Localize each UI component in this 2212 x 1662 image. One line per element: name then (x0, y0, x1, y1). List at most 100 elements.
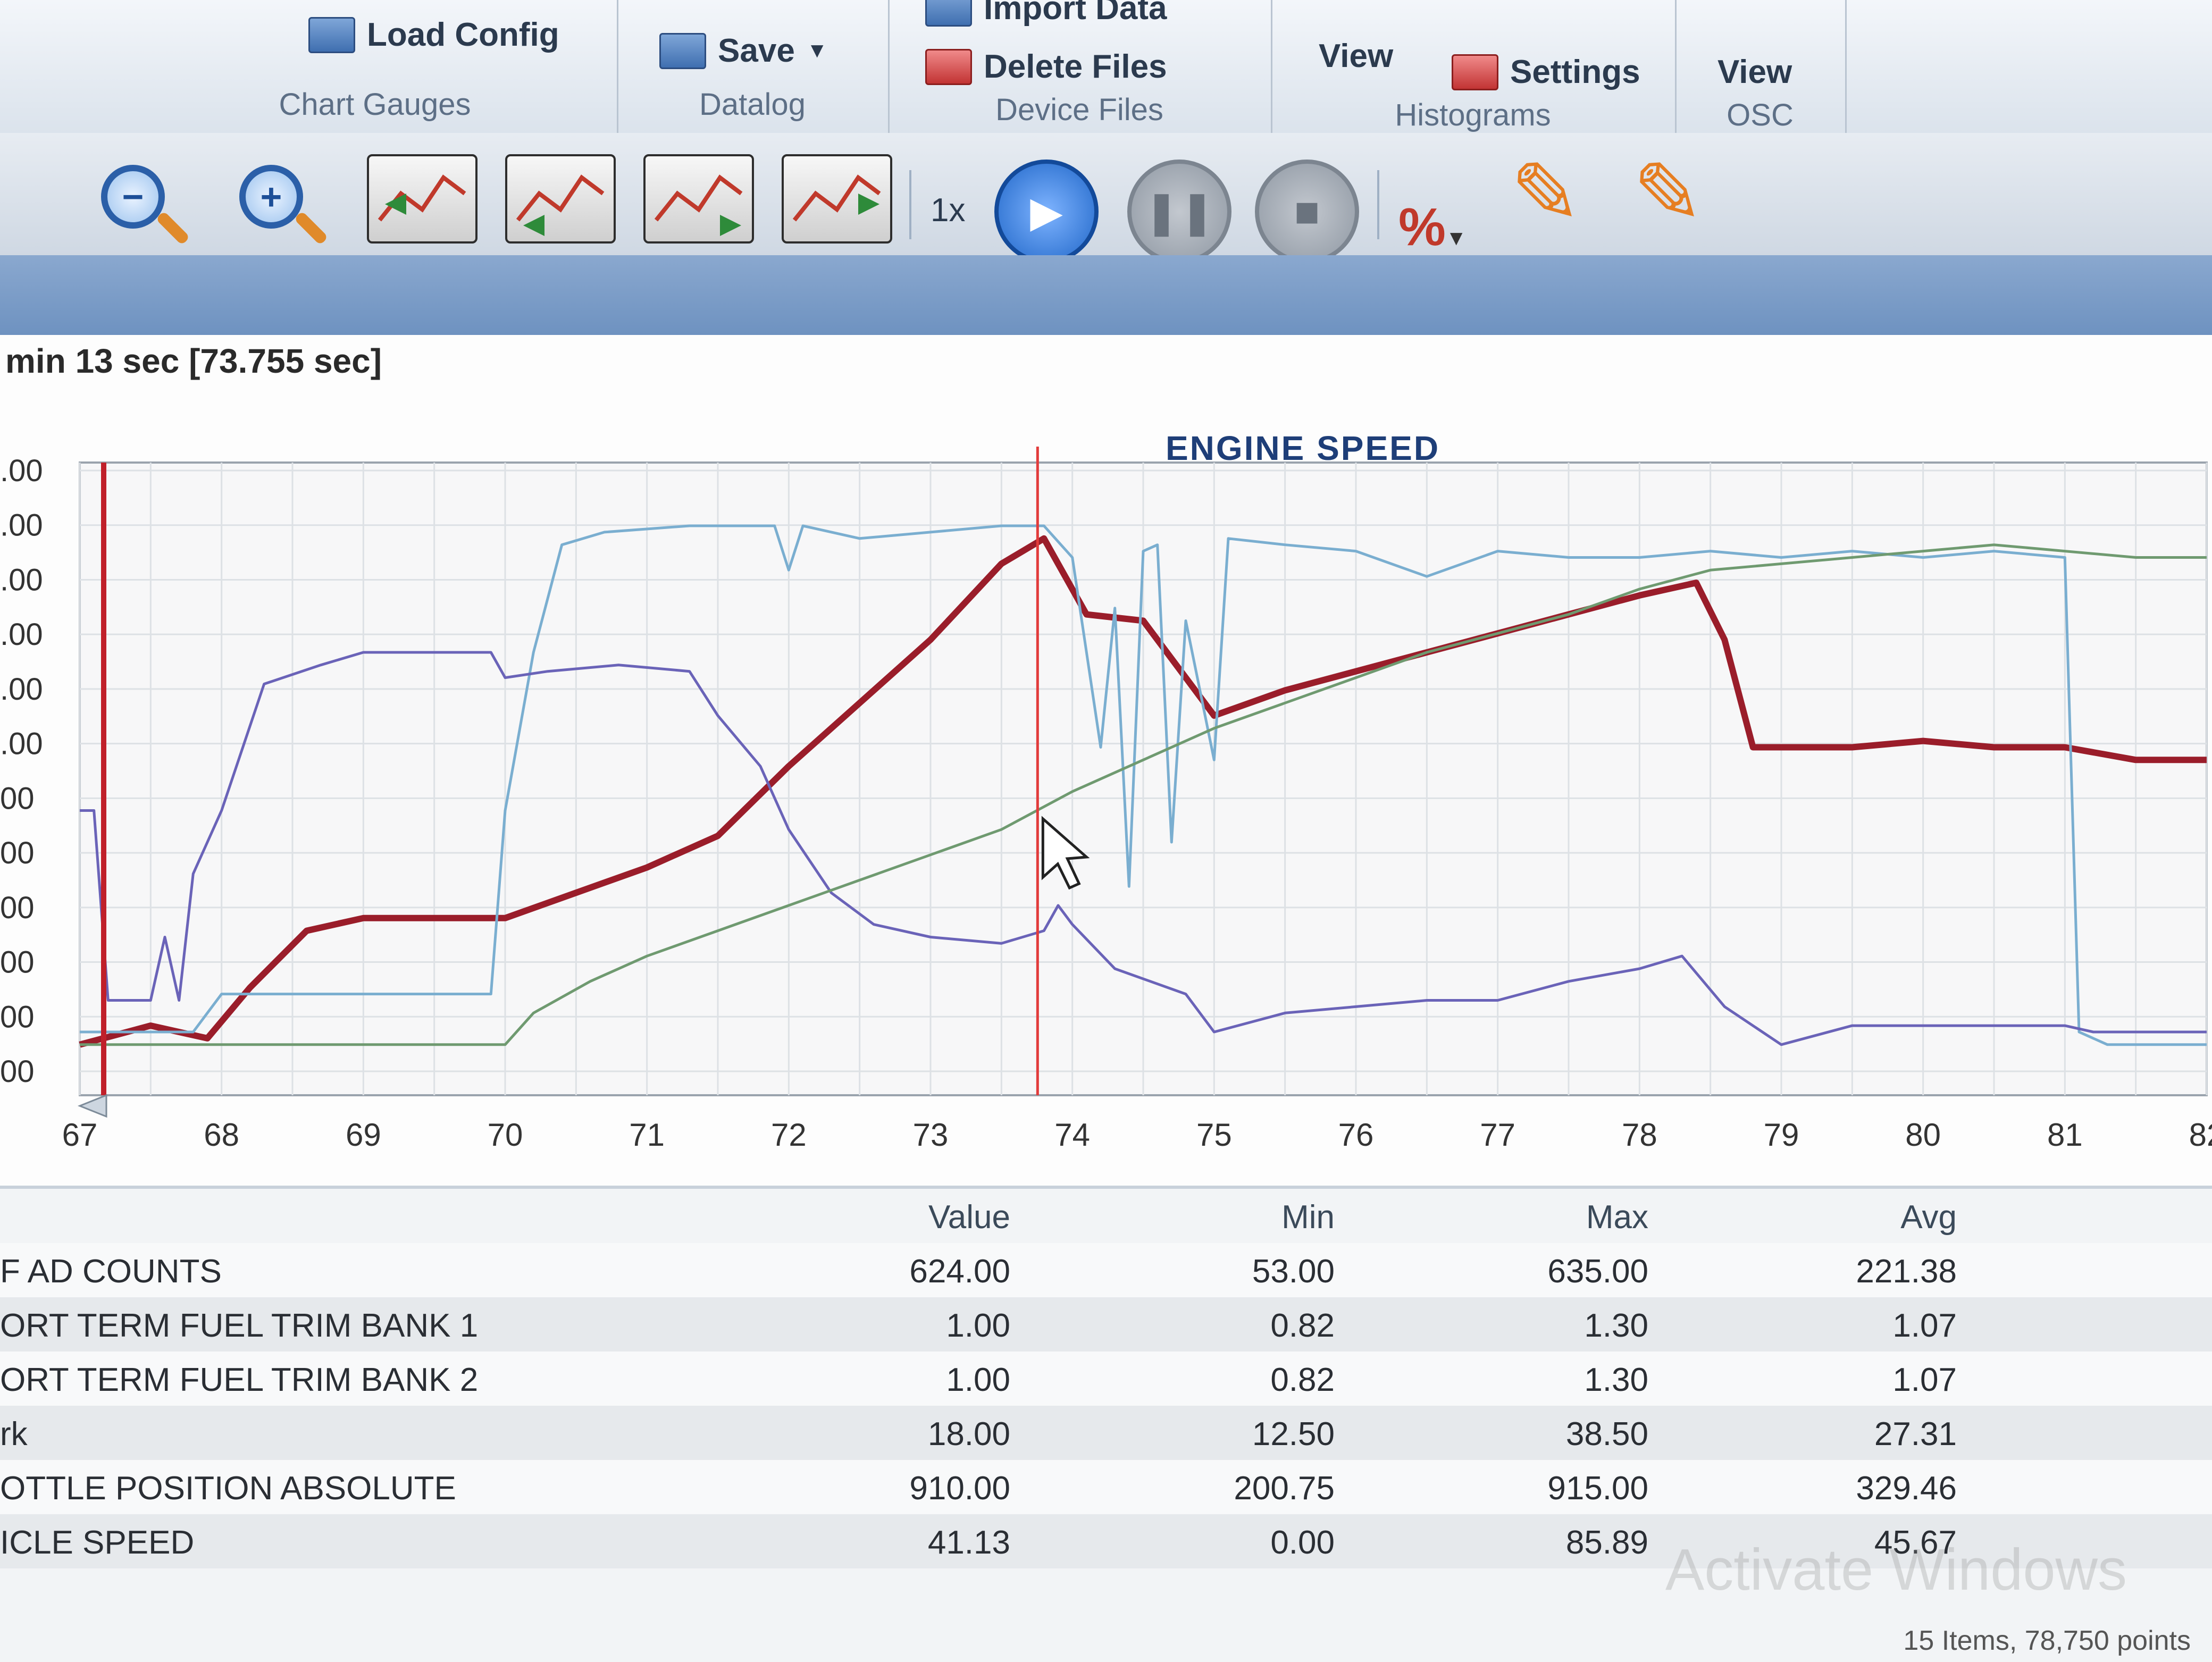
cell-min: 0.82 (1270, 1362, 1335, 1398)
pause-button[interactable]: ❚❚ (1127, 160, 1231, 264)
x-tick-label: 67 (62, 1117, 98, 1153)
x-tick-label: 82 (2189, 1117, 2212, 1153)
toolbar-separator (1377, 170, 1379, 239)
zoom-out-icon: − (101, 165, 165, 229)
cell-max: 1.30 (1584, 1307, 1648, 1344)
save-icon (659, 32, 706, 69)
chart-pan-right-button[interactable] (782, 154, 892, 244)
engine-speed-chart[interactable]: .00 .00 .00 .00 .00 .00 00 00 00 00 00 00 67 68 69 70 71… (0, 335, 2212, 1186)
scroll-left-icon[interactable] (77, 1094, 107, 1118)
y-tick-label: 00 (0, 945, 35, 980)
header-avg[interactable]: Avg (1744, 1198, 1957, 1236)
x-tick-label: 71 (629, 1117, 665, 1153)
y-tick-label: 00 (0, 781, 35, 816)
x-tick-label: 77 (1480, 1117, 1515, 1153)
header-value[interactable]: Value (798, 1198, 1010, 1236)
osc-view-button[interactable]: View (1717, 53, 1792, 91)
chart-step-right-button[interactable] (643, 154, 754, 244)
cell-max: 915.00 (1547, 1470, 1648, 1507)
chevron-down-icon: ▼ (1445, 226, 1467, 250)
cell-value: 41.13 (927, 1524, 1010, 1561)
table-row[interactable]: ORT TERM FUEL TRIM BANK 2 1.00 0.82 1.30 1.0… (0, 1352, 2212, 1406)
load-config-icon (308, 16, 355, 53)
ribbon-group-label: Histograms (1395, 98, 1551, 132)
table-row[interactable]: rk 18.00 12.50 38.50 27.31 (0, 1406, 2212, 1460)
zoom-in-button[interactable]: + (223, 154, 319, 239)
toolbar: − + 1x ▶ ❚❚ ■ %▼ ✎ ✎ (0, 133, 2212, 264)
cell-value: 910.00 (909, 1470, 1010, 1507)
pause-icon: ❚❚ (1143, 188, 1216, 236)
ribbon-group-osc: View OSC (1675, 0, 1847, 133)
table-row[interactable]: ORT TERM FUEL TRIM BANK 1 1.00 0.82 1.30 1.0… (0, 1297, 2212, 1352)
y-tick-label: 00 (0, 891, 35, 925)
cell-value: 1.00 (946, 1362, 1010, 1398)
cell-name: OTTLE POSITION ABSOLUTE (0, 1470, 456, 1507)
ribbon-group-label: Device Files (995, 93, 1163, 127)
chevron-down-icon: ▼ (806, 39, 828, 62)
cell-value: 1.00 (946, 1307, 1010, 1344)
cell-value: 624.00 (909, 1253, 1010, 1290)
watermark: Activate Windows (1665, 1537, 2127, 1602)
chart-step-right-icon (654, 174, 743, 236)
delete-files-icon (925, 48, 972, 85)
chart-step-left-icon (516, 174, 605, 236)
table-header: Value Min Max Avg (0, 1189, 2212, 1243)
percent-icon[interactable]: %▼ (1398, 197, 1467, 258)
cell-max: 85.89 (1565, 1524, 1648, 1561)
ribbon-group-datalog: Save ▼ Datalog (617, 0, 890, 133)
settings-icon (1452, 54, 1498, 90)
play-button[interactable]: ▶ (994, 160, 1099, 264)
ribbon-group-label: Chart Gauges (279, 87, 471, 122)
y-tick-label: .00 (0, 727, 43, 761)
ribbon-group-label: Datalog (699, 87, 806, 122)
import-data-button[interactable]: Import Data (925, 0, 1167, 27)
cell-min: 12.50 (1252, 1416, 1335, 1453)
header-min[interactable]: Min (1122, 1198, 1335, 1236)
tab-strip (0, 255, 2212, 337)
table-row[interactable]: OTTLE POSITION ABSOLUTE 910.00 200.75 915.0… (0, 1460, 2212, 1514)
x-tick-label: 75 (1196, 1117, 1232, 1153)
ribbon-group-label: OSC (1727, 98, 1794, 132)
chart-pan-left-button[interactable] (367, 154, 477, 244)
cell-min: 53.00 (1252, 1253, 1335, 1290)
chart-pan-left-icon (378, 174, 466, 222)
ribbon-group-device-files: Import Data Delete Files Device Files (888, 0, 1272, 133)
playback-speed[interactable]: 1x (931, 191, 965, 229)
cell-max: 38.50 (1565, 1416, 1648, 1453)
y-tick-label: .00 (0, 563, 43, 597)
table-row[interactable]: F AD COUNTS 624.00 53.00 635.00 221.38 (0, 1243, 2212, 1297)
pencil-right-icon[interactable]: ✎ (1632, 144, 1704, 243)
x-tick-label: 81 (2047, 1117, 2083, 1153)
delete-files-button[interactable]: Delete Files (925, 48, 1167, 86)
y-tick-label: .00 (0, 672, 43, 707)
pencil-left-icon[interactable]: ✎ (1510, 144, 1581, 243)
play-icon: ▶ (1030, 188, 1063, 236)
histogram-settings-button[interactable]: Settings (1452, 53, 1640, 91)
y-tick-label: .00 (0, 508, 43, 543)
histogram-view-button[interactable]: View (1319, 37, 1393, 75)
y-tick-label: .00 (0, 617, 43, 652)
y-tick-label: 00 (0, 1000, 35, 1034)
x-tick-label: 80 (1905, 1117, 1941, 1153)
y-tick-label: .00 (0, 454, 43, 488)
cell-name: ICLE SPEED (0, 1524, 195, 1561)
cell-avg: 1.07 (1892, 1307, 1957, 1344)
header-max[interactable]: Max (1436, 1198, 1648, 1236)
x-tick-label: 69 (346, 1117, 381, 1153)
chart-step-left-button[interactable] (505, 154, 616, 244)
cell-name: rk (0, 1416, 28, 1453)
x-tick-label: 68 (204, 1117, 239, 1153)
cell-avg: 329.46 (1856, 1470, 1957, 1507)
cell-min: 0.00 (1270, 1524, 1335, 1561)
save-button[interactable]: Save ▼ (659, 32, 827, 70)
x-tick-label: 72 (771, 1117, 807, 1153)
cell-max: 635.00 (1547, 1253, 1648, 1290)
cell-name: F AD COUNTS (0, 1253, 222, 1290)
stop-button[interactable]: ■ (1255, 160, 1359, 264)
x-tick-label: 70 (488, 1117, 523, 1153)
cell-avg: 27.31 (1874, 1416, 1957, 1453)
status-footer: 15 Items, 78,750 points (1903, 1625, 2191, 1656)
zoom-out-button[interactable]: − (85, 154, 181, 239)
x-tick-label: 73 (913, 1117, 949, 1153)
load-config-button[interactable]: Load Config (308, 16, 559, 54)
